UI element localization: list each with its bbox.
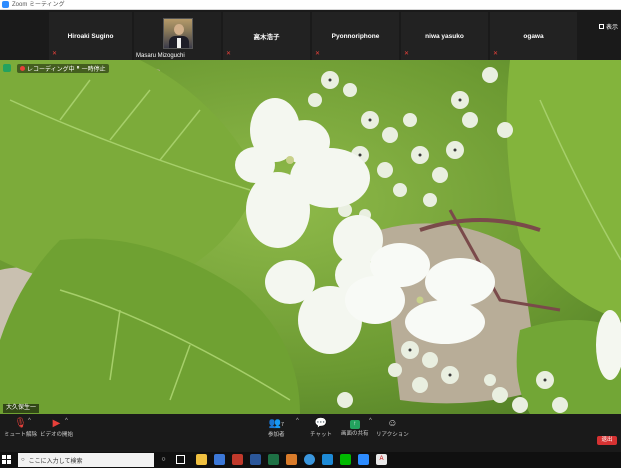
chat-icon: 💬: [314, 418, 328, 429]
mic-muted-icon: ✕: [315, 51, 321, 57]
line-icon[interactable]: [340, 454, 351, 465]
taskbar-search-input[interactable]: ○ ここに入力して検索: [18, 453, 154, 467]
mail-icon[interactable]: [214, 454, 225, 465]
pause-icon[interactable]: ⏸: [77, 65, 80, 72]
window-title: Zoom ミーティング: [12, 1, 65, 8]
app-icon[interactable]: [286, 454, 297, 465]
participant-tile[interactable]: niwa yasuko ✕: [401, 12, 488, 60]
pdf-icon[interactable]: A: [376, 454, 387, 465]
participant-name: Pyonnoriphone: [331, 32, 380, 40]
title-bar: Zoom ミーティング: [0, 0, 621, 10]
share-screen-button[interactable]: ↑ 画面の共有: [341, 418, 369, 437]
participants-button[interactable]: 👥7 参加者: [268, 418, 285, 438]
chat-button[interactable]: 💬 チャット: [310, 418, 332, 438]
cortana-icon[interactable]: ○: [158, 454, 169, 465]
participants-label: 参加者: [268, 432, 285, 438]
zoom-app-icon: [2, 1, 9, 8]
task-view-icon[interactable]: [176, 455, 185, 464]
shared-video-image: [0, 60, 621, 414]
recording-status: レコーディング中 ⏸ 一時停止: [17, 63, 109, 73]
video-label: ビデオの開始: [40, 432, 74, 438]
meeting-toolbar: 🎙 ミュート解除 ^ ▶ ビデオの開始 ^ 👥7 参加者 ^ 💬 チャット ↑ …: [0, 414, 621, 452]
participant-video: [163, 18, 193, 49]
mic-muted-icon: ✕: [493, 51, 499, 57]
reaction-icon: ☺: [387, 418, 398, 429]
app-icon[interactable]: [322, 454, 333, 465]
mic-off-icon: 🎙: [14, 418, 27, 429]
recording-label: レコーディング中: [27, 66, 75, 73]
zoom-taskbar-icon[interactable]: [358, 454, 369, 465]
participant-tile[interactable]: 高木浩子 ✕: [223, 12, 310, 60]
chevron-up-icon[interactable]: ^: [65, 418, 68, 424]
app-icon[interactable]: [232, 454, 243, 465]
chat-label: チャット: [310, 432, 332, 438]
edge-icon[interactable]: [304, 454, 315, 465]
reactions-button[interactable]: ☺ リアクション: [376, 418, 409, 438]
share-label: 画面の共有: [341, 431, 369, 437]
view-label: 表示: [605, 25, 618, 31]
participant-tile[interactable]: Hiroaki Sugino ✕: [49, 12, 132, 60]
participant-name: Masaru Mizoguchi: [136, 53, 185, 59]
search-icon: ○: [21, 457, 25, 463]
participant-name: ogawa: [523, 32, 544, 40]
pause-label[interactable]: 一時停止: [82, 64, 106, 73]
view-button[interactable]: 表示: [598, 22, 618, 31]
participant-name: niwa yasuko: [425, 32, 464, 40]
windows-start-icon[interactable]: [2, 455, 11, 464]
mic-muted-icon: ✕: [226, 51, 232, 57]
recording-bar: レコーディング中 ⏸ 一時停止: [3, 63, 109, 73]
mic-muted-icon: ✕: [404, 51, 410, 57]
share-screen-icon: ↑: [349, 420, 360, 429]
participant-name: Hiroaki Sugino: [67, 32, 114, 40]
chevron-up-icon[interactable]: ^: [28, 418, 31, 424]
video-button[interactable]: ▶ ビデオの開始: [40, 418, 73, 438]
participant-strip: Hiroaki Sugino ✕ Masaru Mizoguchi 高木浩子 ✕…: [0, 10, 621, 60]
word-icon[interactable]: [250, 454, 261, 465]
participants-count: 7: [281, 422, 284, 428]
main-video: [0, 60, 621, 414]
participant-tile[interactable]: Pyonnoriphone ✕: [312, 12, 399, 60]
video-off-icon: ▶: [52, 418, 61, 429]
folder-icon[interactable]: [196, 454, 207, 465]
reactions-label: リアクション: [376, 432, 409, 438]
excel-icon[interactable]: [268, 454, 279, 465]
mute-button[interactable]: 🎙 ミュート解除: [4, 418, 37, 438]
participant-tile-video[interactable]: Masaru Mizoguchi: [134, 12, 221, 60]
mute-label: ミュート解除: [4, 432, 38, 438]
speaker-name: 大久保生一: [3, 404, 40, 413]
search-placeholder: ここに入力して検索: [28, 458, 83, 465]
participants-icon: 👥7: [268, 418, 284, 429]
leave-button[interactable]: 退出: [597, 436, 617, 445]
taskbar: ○ ここに入力して検索 ○ A: [0, 452, 621, 468]
participant-tile[interactable]: ogawa ✕: [490, 12, 577, 60]
shield-icon[interactable]: [3, 64, 11, 72]
mic-muted-icon: ✕: [52, 51, 58, 57]
participant-name: 高木浩子: [253, 34, 280, 41]
recording-dot-icon: [20, 65, 25, 71]
chevron-up-icon[interactable]: ^: [369, 418, 372, 424]
grid-icon: [598, 24, 604, 29]
chevron-up-icon[interactable]: ^: [296, 418, 299, 424]
